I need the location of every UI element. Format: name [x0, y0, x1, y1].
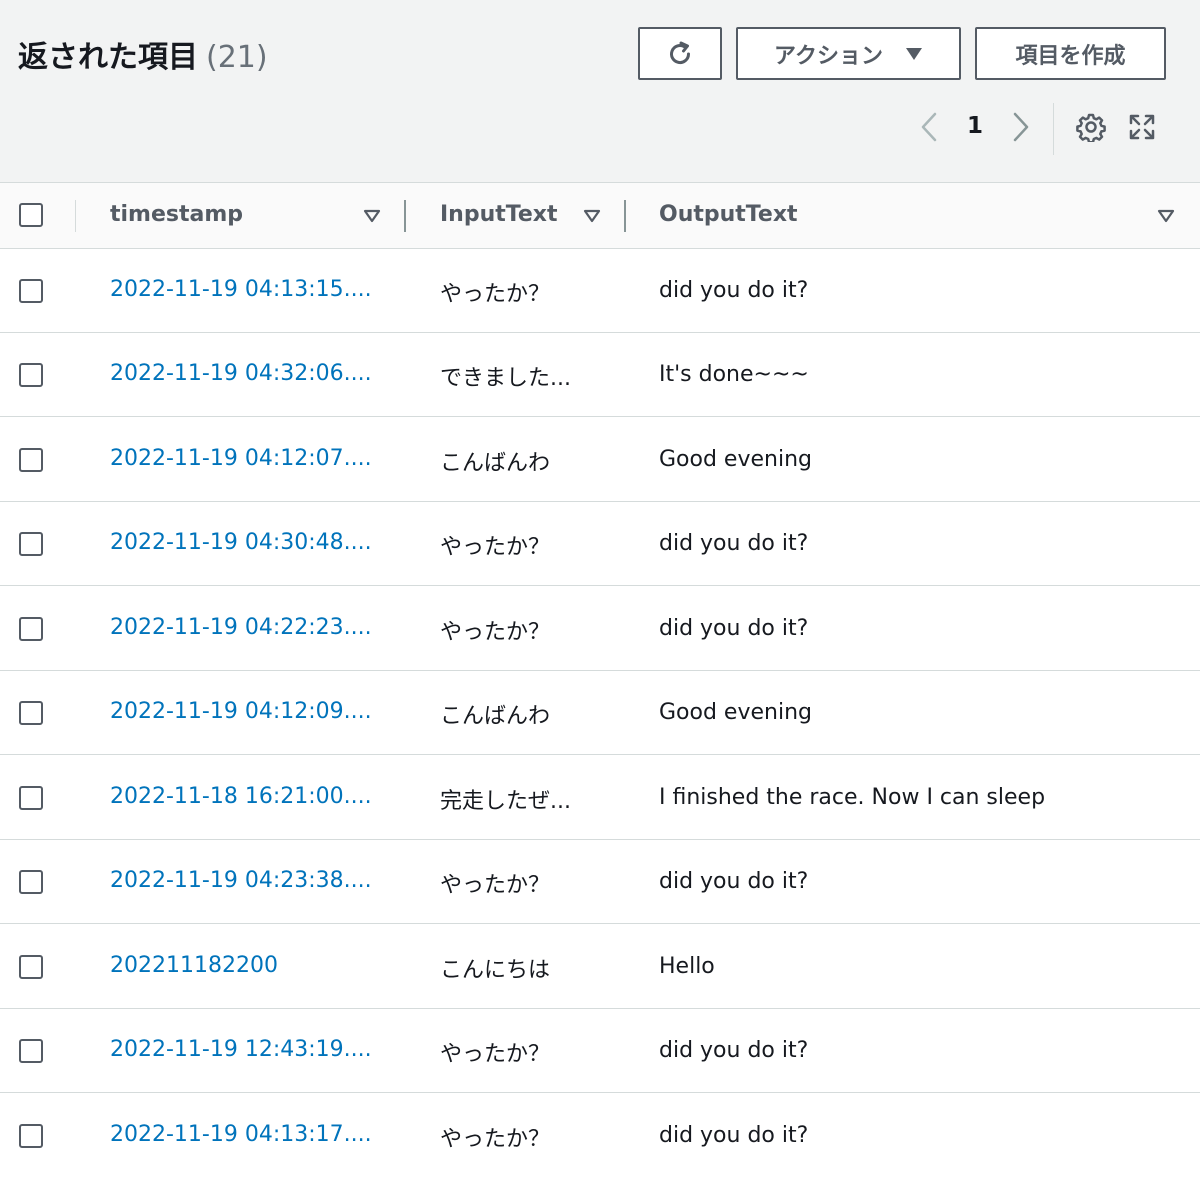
actions-label: アクション	[774, 43, 883, 69]
row-checkbox[interactable]	[19, 363, 43, 387]
timestamp-link[interactable]: 2022-11-18 16:21:00....	[110, 784, 372, 809]
input-text-cell: こんばんわ	[440, 451, 551, 476]
table-row: 2022-11-19 04:23:38.... やったか？ did you do…	[0, 840, 1200, 924]
table-row: 2022-11-19 04:12:07.... こんばんわ Good eveni…	[0, 418, 1200, 502]
refresh-button[interactable]	[638, 27, 722, 80]
input-text-cell: やったか？	[440, 535, 551, 560]
output-text-cell: Good evening	[659, 447, 812, 472]
sort-inputtext-button[interactable]	[582, 206, 602, 226]
table-header: timestamp InputText OutputText	[0, 183, 1200, 249]
input-text-cell: こんにちは	[440, 958, 551, 983]
table-row: 2022-11-19 04:13:15.... やったか？ did you do…	[0, 249, 1200, 333]
row-checkbox[interactable]	[19, 1124, 43, 1148]
items-header: 返された項目 (21) アクション 項目を作成 1	[0, 0, 1200, 183]
create-item-button[interactable]: 項目を作成	[975, 27, 1166, 80]
chevron-right-icon	[1013, 112, 1029, 142]
row-checkbox[interactable]	[19, 448, 43, 472]
output-text-cell: did you do it?	[659, 531, 809, 556]
column-header-timestamp[interactable]: timestamp	[110, 202, 243, 227]
row-checkbox[interactable]	[19, 617, 43, 641]
previous-page-button[interactable]	[914, 109, 944, 145]
timestamp-link[interactable]: 2022-11-19 04:30:48....	[110, 530, 372, 555]
column-header-inputtext[interactable]: InputText	[440, 202, 558, 227]
input-text-cell: やったか？	[440, 1042, 551, 1067]
timestamp-link[interactable]: 2022-11-19 04:13:15....	[110, 277, 372, 302]
column-divider	[75, 200, 76, 232]
timestamp-link[interactable]: 2022-11-19 04:32:06....	[110, 361, 372, 386]
table-row: 2022-11-19 12:43:19.... やったか？ did you do…	[0, 1009, 1200, 1093]
table-row: 2022-11-19 04:13:17.... やったか？ did you do…	[0, 1094, 1200, 1177]
timestamp-link[interactable]: 2022-11-19 04:22:23....	[110, 615, 372, 640]
page-title: 返された項目 (21)	[18, 32, 268, 76]
table-row: 202211182200 こんにちは Hello	[0, 925, 1200, 1009]
row-checkbox[interactable]	[19, 532, 43, 556]
item-count: (21)	[206, 40, 268, 75]
next-page-button[interactable]	[1006, 109, 1036, 145]
input-text-cell: できました...	[440, 366, 571, 391]
timestamp-link[interactable]: 2022-11-19 04:23:38....	[110, 868, 372, 893]
timestamp-link[interactable]: 2022-11-19 12:43:19....	[110, 1037, 372, 1062]
pagination-divider	[1053, 103, 1054, 155]
output-text-cell: did you do it?	[659, 1123, 809, 1148]
input-text-cell: やったか？	[440, 1127, 551, 1152]
output-text-cell: did you do it?	[659, 1038, 809, 1063]
input-text-cell: やったか？	[440, 282, 551, 307]
gear-icon	[1076, 113, 1106, 142]
row-checkbox[interactable]	[19, 786, 43, 810]
input-text-cell: こんばんわ	[440, 704, 551, 729]
sort-timestamp-button[interactable]	[362, 206, 382, 226]
row-checkbox[interactable]	[19, 955, 43, 979]
row-checkbox[interactable]	[19, 870, 43, 894]
sort-down-icon	[1157, 209, 1175, 223]
sort-down-icon	[363, 209, 381, 223]
table-row: 2022-11-19 04:30:48.... やったか？ did you do…	[0, 502, 1200, 586]
caret-down-icon	[905, 47, 922, 60]
column-resize-handle[interactable]	[404, 200, 406, 232]
input-text-cell: やったか？	[440, 620, 551, 645]
output-text-cell: It's done~~~	[659, 362, 809, 387]
current-page-number[interactable]: 1	[962, 113, 988, 139]
table-row: 2022-11-19 04:32:06.... できました... It's do…	[0, 333, 1200, 417]
input-text-cell: 完走したぜ...	[440, 789, 571, 814]
timestamp-link[interactable]: 2022-11-19 04:12:09....	[110, 699, 372, 724]
fullscreen-icon	[1129, 114, 1155, 140]
timestamp-link[interactable]: 2022-11-19 04:12:07....	[110, 446, 372, 471]
output-text-cell: did you do it?	[659, 278, 809, 303]
table-row: 2022-11-18 16:21:00.... 完走したぜ... I finis…	[0, 756, 1200, 840]
pagination: 1	[900, 103, 1200, 155]
output-text-cell: did you do it?	[659, 616, 809, 641]
column-header-outputtext[interactable]: OutputText	[659, 202, 798, 227]
output-text-cell: Good evening	[659, 700, 812, 725]
column-resize-handle[interactable]	[624, 200, 626, 232]
timestamp-link[interactable]: 2022-11-19 04:13:17....	[110, 1122, 372, 1147]
timestamp-link[interactable]: 202211182200	[110, 953, 278, 978]
output-text-cell: did you do it?	[659, 869, 809, 894]
sort-down-icon	[583, 209, 601, 223]
output-text-cell: Hello	[659, 954, 715, 979]
sort-outputtext-button[interactable]	[1156, 206, 1176, 226]
chevron-left-icon	[921, 112, 937, 142]
row-checkbox[interactable]	[19, 701, 43, 725]
row-checkbox[interactable]	[19, 279, 43, 303]
create-item-label: 項目を作成	[1015, 43, 1126, 69]
row-checkbox[interactable]	[19, 1039, 43, 1063]
table-row: 2022-11-19 04:22:23.... やったか？ did you do…	[0, 587, 1200, 671]
fullscreen-button[interactable]	[1126, 111, 1158, 143]
actions-dropdown-button[interactable]: アクション	[736, 27, 961, 80]
preferences-button[interactable]	[1075, 111, 1107, 143]
select-all-checkbox[interactable]	[19, 203, 43, 227]
input-text-cell: やったか？	[440, 873, 551, 898]
output-text-cell: I finished the race. Now I can sleep	[659, 785, 1046, 810]
refresh-icon	[670, 41, 691, 64]
page-title-text: 返された項目	[18, 40, 198, 75]
table-row: 2022-11-19 04:12:09.... こんばんわ Good eveni…	[0, 671, 1200, 755]
